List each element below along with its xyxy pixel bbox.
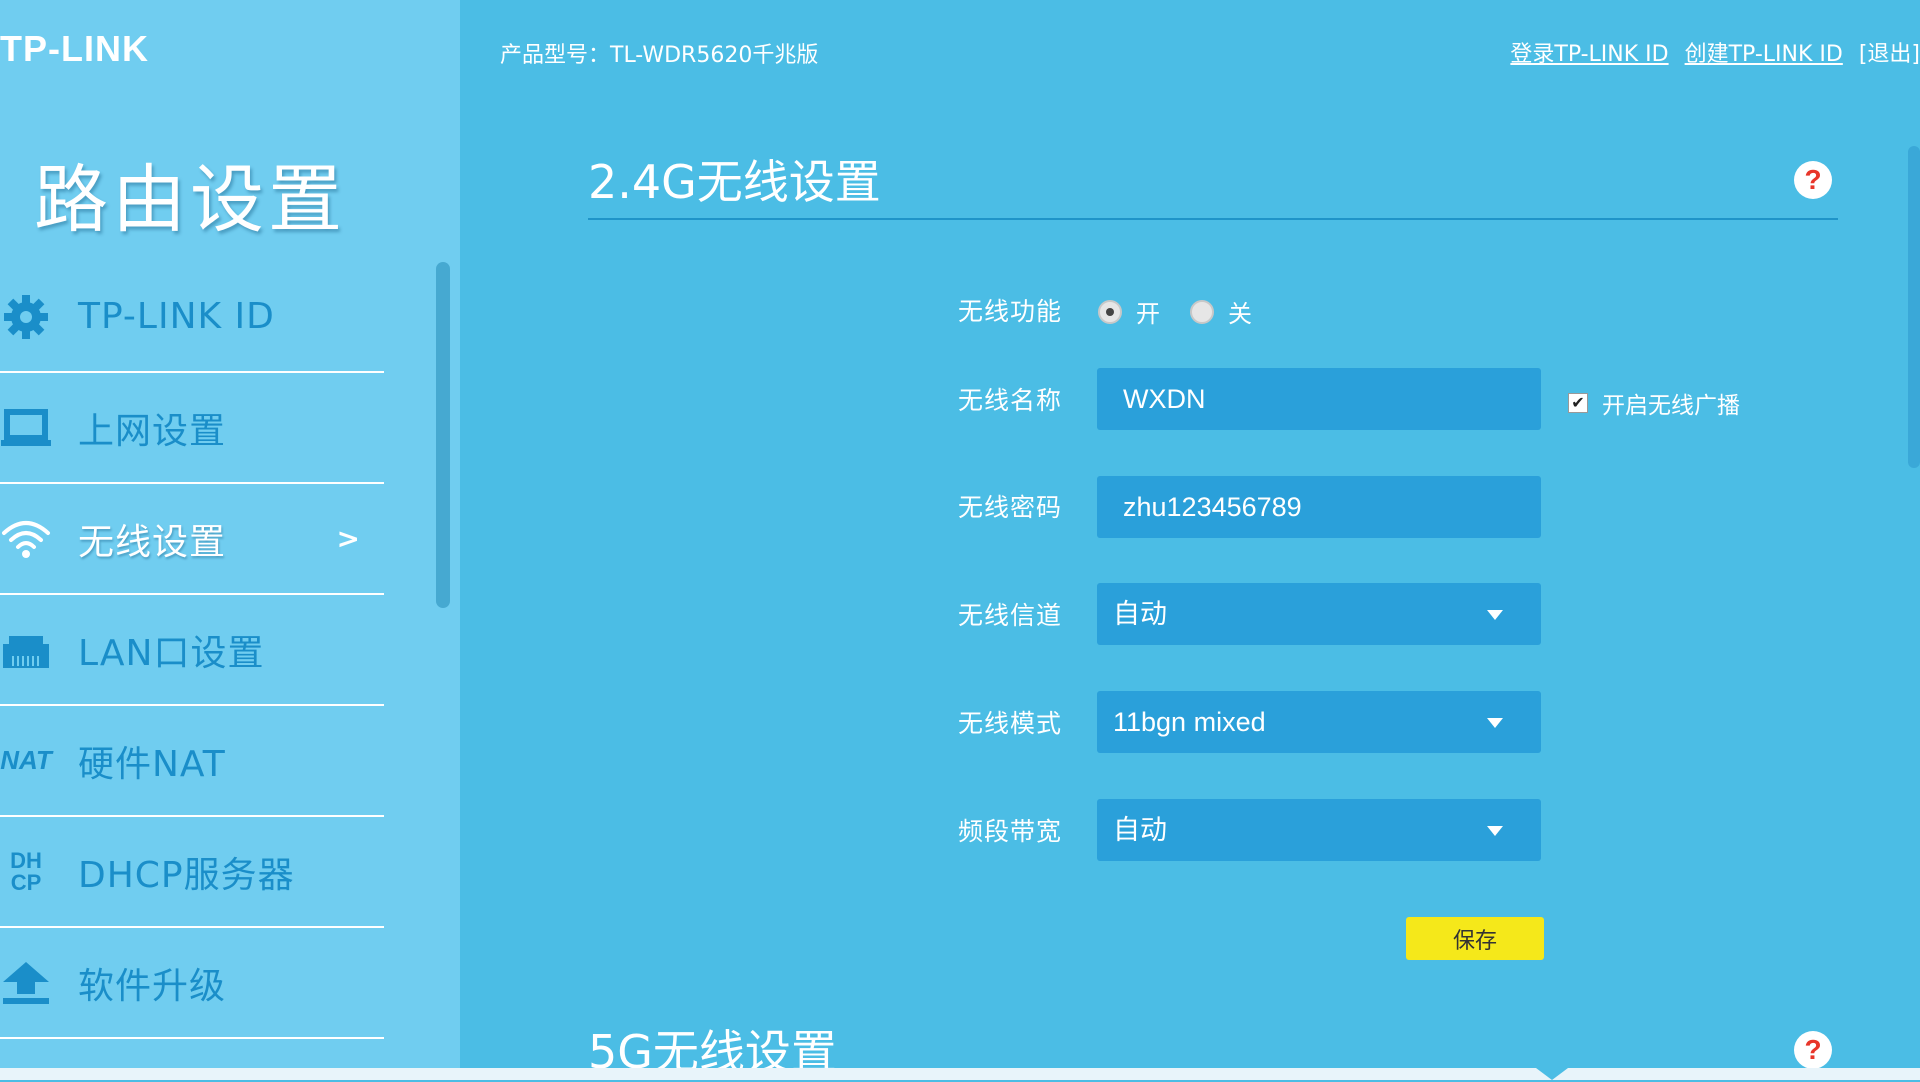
ssid-label: 无线名称 [958, 386, 1063, 415]
create-tp-link-id-link[interactable]: 创建TP-LINK ID [1685, 42, 1843, 67]
wireless-on-radio[interactable] [1098, 299, 1122, 324]
sidebar-item-label: 上网设置 [78, 410, 227, 452]
help-icon[interactable]: ? [1794, 161, 1832, 199]
sidebar-title: 路由设置 [34, 157, 346, 243]
channel-select[interactable]: 自动 [1097, 583, 1541, 645]
sidebar-item-label: 硬件NAT [78, 743, 226, 785]
ssid-input[interactable]: WXDN [1097, 368, 1541, 430]
sidebar-item-label: TP-LINK ID [78, 296, 275, 337]
chevron-right-icon: > [336, 522, 360, 555]
bandwidth-value: 自动 [1113, 815, 1167, 845]
sidebar-item-label: 软件升级 [78, 965, 227, 1007]
tp-link-logo: TP-LINK [0, 28, 149, 69]
wireless-on-label: 开 [1136, 300, 1160, 328]
mode-value: 11bgn mixed [1113, 707, 1266, 737]
wireless-function-label: 无线功能 [958, 297, 1063, 326]
sidebar-item-wireless[interactable]: 无线设置 > [0, 484, 384, 595]
bandwidth-select[interactable]: 自动 [1097, 799, 1541, 861]
sidebar-item-dhcp[interactable]: DH CP DHCP服务器 [0, 817, 384, 928]
lan-port-icon [0, 624, 52, 676]
sidebar-item-firmware-upgrade[interactable]: 软件升级 [0, 928, 384, 1039]
section-title-2-4g: 2.4G无线设置 [588, 155, 881, 209]
wireless-off-radio[interactable] [1190, 299, 1214, 324]
chevron-down-icon [1487, 826, 1503, 836]
chevron-down-icon [1487, 718, 1503, 728]
ssid-broadcast-label: 开启无线广播 [1602, 393, 1740, 419]
chevron-down-icon [1487, 610, 1503, 620]
logout-link[interactable]: [退出] [1859, 42, 1920, 67]
nat-icon-text: NAT [0, 745, 52, 775]
sidebar: TP-LINK 路由设置 TP-LINK ID 上网设置 无线设置 > LAN口… [0, 0, 460, 1080]
bandwidth-label: 频段带宽 [958, 817, 1063, 846]
bottom-bar [0, 1068, 1920, 1080]
wireless-function-radio-group: 开 关 [1098, 294, 1282, 329]
channel-label: 无线信道 [958, 601, 1063, 630]
sidebar-item-internet[interactable]: 上网设置 [0, 373, 384, 484]
sidebar-nav: TP-LINK ID 上网设置 无线设置 > LAN口设置 NAT 硬件NAT … [0, 262, 384, 1039]
help-icon[interactable]: ? [1794, 1031, 1832, 1069]
sidebar-item-label: 无线设置 [78, 521, 227, 563]
main-scrollbar[interactable] [1908, 146, 1920, 468]
sidebar-item-lan[interactable]: LAN口设置 [0, 595, 384, 706]
laptop-icon [0, 402, 52, 454]
password-input[interactable]: zhu123456789 [1097, 476, 1541, 538]
sidebar-item-label: DHCP服务器 [78, 854, 295, 896]
ssid-broadcast-checkbox[interactable]: ✔ [1568, 393, 1588, 413]
sidebar-item-tp-link-id[interactable]: TP-LINK ID [0, 262, 384, 373]
mode-label: 无线模式 [958, 709, 1063, 738]
section-divider [588, 218, 1838, 220]
sidebar-scrollbar[interactable] [436, 262, 450, 608]
save-button[interactable]: 保存 [1406, 917, 1544, 960]
nat-icon: NAT [0, 735, 52, 787]
sidebar-item-hardware-nat[interactable]: NAT 硬件NAT [0, 706, 384, 817]
wireless-off-label: 关 [1228, 300, 1252, 328]
bottom-notch [1536, 1068, 1568, 1080]
upload-arrow-icon [0, 957, 52, 1009]
gear-icon [0, 291, 52, 343]
wifi-icon [0, 513, 52, 565]
header-links: 登录TP-LINK ID 创建TP-LINK ID [退出] [1510, 36, 1920, 68]
login-tp-link-id-link[interactable]: 登录TP-LINK ID [1510, 42, 1668, 67]
product-model: 产品型号：TL-WDR5620千兆版 [500, 43, 819, 68]
dhcp-icon: DH CP [0, 846, 52, 898]
ssid-broadcast-option: ✔ 开启无线广播 [1568, 386, 1740, 420]
mode-select[interactable]: 11bgn mixed [1097, 691, 1541, 753]
password-label: 无线密码 [958, 493, 1063, 522]
dhcp-icon-text-bottom: CP [10, 869, 42, 895]
channel-value: 自动 [1113, 599, 1167, 629]
sidebar-item-label: LAN口设置 [78, 632, 265, 674]
